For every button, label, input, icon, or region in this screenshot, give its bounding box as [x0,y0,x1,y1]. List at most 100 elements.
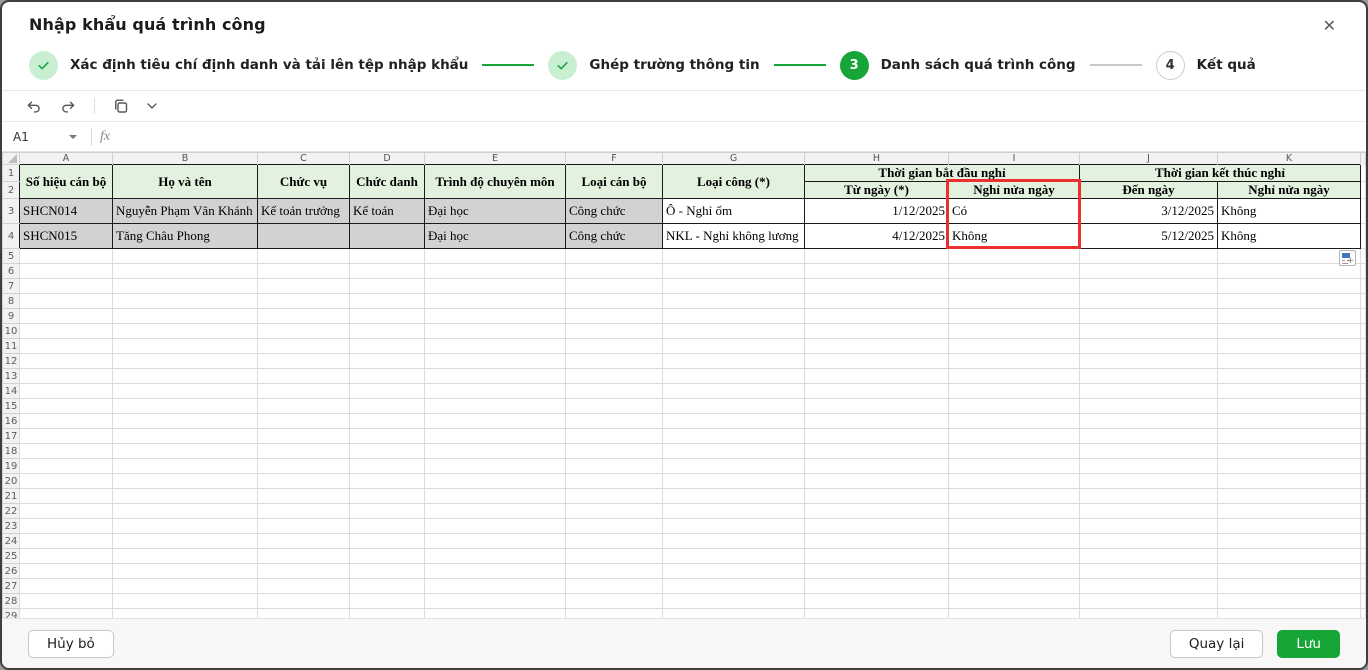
grid-cell[interactable] [566,474,663,489]
grid-cell[interactable] [1080,564,1218,579]
data-cell[interactable]: Có [949,199,1080,224]
grid-cell[interactable] [1361,339,1366,354]
grid-cell[interactable] [1218,309,1361,324]
row-header[interactable]: 23 [3,519,20,534]
grid-cell[interactable] [663,309,805,324]
grid-cell[interactable] [566,309,663,324]
row-header[interactable]: 15 [3,399,20,414]
data-cell[interactable]: Tăng Châu Phong [113,224,258,249]
data-cell[interactable]: Không [1218,199,1361,224]
grid-cell[interactable] [949,534,1080,549]
grid-cell[interactable] [113,594,258,609]
grid-cell[interactable] [1361,224,1366,249]
grid-cell[interactable] [1080,339,1218,354]
grid-cell[interactable] [425,279,566,294]
grid-cell[interactable] [566,489,663,504]
grid-cell[interactable] [949,354,1080,369]
grid-cell[interactable] [1218,399,1361,414]
grid-cell[interactable] [566,519,663,534]
grid-cell[interactable] [663,459,805,474]
grid-cell[interactable] [20,324,113,339]
col-header-a[interactable]: A [20,153,113,165]
grid-cell[interactable] [1361,354,1366,369]
grid-cell[interactable] [663,444,805,459]
grid-cell[interactable] [949,564,1080,579]
grid-cell[interactable] [258,564,350,579]
grid-cell[interactable] [949,324,1080,339]
grid-cell[interactable] [350,519,425,534]
cancel-button[interactable]: Hủy bỏ [28,630,114,658]
grid-cell[interactable] [1218,339,1361,354]
header-cell[interactable]: Trình độ chuyên môn [425,165,566,199]
grid-cell[interactable] [1080,294,1218,309]
grid-cell[interactable] [20,489,113,504]
row-header[interactable]: 2 [3,182,20,199]
grid-cell[interactable] [20,339,113,354]
grid-cell[interactable] [425,309,566,324]
data-cell[interactable]: Đại học [425,199,566,224]
row-header[interactable]: 12 [3,354,20,369]
grid-cell[interactable] [258,279,350,294]
grid-cell[interactable] [1218,489,1361,504]
grid-cell[interactable] [350,489,425,504]
grid-cell[interactable] [258,429,350,444]
grid-cell[interactable] [663,609,805,619]
grid-cell[interactable] [663,579,805,594]
grid-cell[interactable] [350,264,425,279]
grid-cell[interactable] [350,384,425,399]
grid-cell[interactable] [805,474,949,489]
grid-cell[interactable] [425,339,566,354]
grid-cell[interactable] [1361,399,1366,414]
row-header[interactable]: 25 [3,549,20,564]
grid-cell[interactable] [805,324,949,339]
grid-cell[interactable] [1361,249,1366,264]
grid-cell[interactable] [1080,519,1218,534]
grid-cell[interactable] [20,579,113,594]
grid-cell[interactable] [1361,594,1366,609]
grid-cell[interactable] [949,549,1080,564]
grid-cell[interactable] [1080,279,1218,294]
grid-cell[interactable] [1218,564,1361,579]
row-header[interactable]: 18 [3,444,20,459]
grid-cell[interactable] [805,564,949,579]
grid-cell[interactable] [805,609,949,619]
grid-cell[interactable] [805,534,949,549]
grid-cell[interactable] [566,504,663,519]
grid-cell[interactable] [113,369,258,384]
row-header[interactable]: 27 [3,579,20,594]
data-cell[interactable]: SHCN015 [20,224,113,249]
grid-cell[interactable] [113,354,258,369]
grid-cell[interactable] [949,339,1080,354]
grid-cell[interactable] [566,249,663,264]
row-header[interactable]: 19 [3,459,20,474]
grid-cell[interactable] [20,459,113,474]
grid-cell[interactable] [1080,249,1218,264]
grid-cell[interactable] [1080,504,1218,519]
col-header-h[interactable]: H [805,153,949,165]
grid-cell[interactable] [425,429,566,444]
header-group-cell[interactable]: Thời gian bắt đầu nghỉ [805,165,1080,182]
grid-cell[interactable] [663,564,805,579]
header-cell[interactable]: Chức danh [350,165,425,199]
col-header-j[interactable]: J [1080,153,1218,165]
grid-cell[interactable] [1361,489,1366,504]
grid-cell[interactable] [949,594,1080,609]
grid-cell[interactable] [1361,414,1366,429]
paste-options-icon[interactable]: + [1339,250,1356,266]
grid-cell[interactable] [566,264,663,279]
grid-cell[interactable] [113,444,258,459]
grid-cell[interactable] [113,324,258,339]
grid-cell[interactable] [805,594,949,609]
grid-cell[interactable] [425,294,566,309]
grid-cell[interactable] [949,414,1080,429]
grid-cell[interactable] [350,564,425,579]
grid-cell[interactable] [663,414,805,429]
grid-cell[interactable] [258,549,350,564]
grid-cell[interactable] [350,369,425,384]
grid-cell[interactable] [113,579,258,594]
save-button[interactable]: Lưu [1277,630,1340,658]
grid-cell[interactable] [1361,429,1366,444]
grid-cell[interactable] [258,534,350,549]
grid-cell[interactable] [949,249,1080,264]
grid-cell[interactable] [805,504,949,519]
